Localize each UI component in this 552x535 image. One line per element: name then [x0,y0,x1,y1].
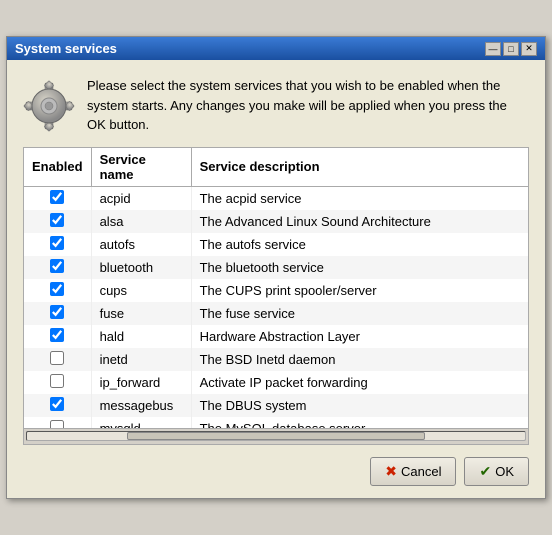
table-row: autofsThe autofs service [24,233,528,256]
service-description-cell: The Advanced Linux Sound Architecture [191,210,528,233]
service-checkbox[interactable] [50,420,64,428]
table-scroll-area[interactable]: Enabled Service name Service description… [24,148,528,428]
service-checkbox[interactable] [50,305,64,319]
services-table: Enabled Service name Service description… [24,148,528,428]
cancel-icon: ✖ [385,463,397,480]
table-row: ip_forwardActivate IP packet forwarding [24,371,528,394]
service-description-cell: Hardware Abstraction Layer [191,325,528,348]
service-name-cell: inetd [91,348,191,371]
ok-icon: ✔ [479,463,491,480]
service-name-cell: mysqld [91,417,191,428]
cancel-label: Cancel [401,464,441,479]
service-checkbox[interactable] [50,282,64,296]
ok-button[interactable]: ✔ OK [464,457,529,486]
titlebar: System services — □ ✕ [7,37,545,60]
service-checkbox[interactable] [50,397,64,411]
maximize-button[interactable]: □ [503,42,519,56]
horizontal-scrollbar[interactable] [23,429,529,445]
cancel-button[interactable]: ✖ Cancel [370,457,456,486]
table-row: cupsThe CUPS print spooler/server [24,279,528,302]
col-service-description: Service description [191,148,528,187]
service-checkbox[interactable] [50,259,64,273]
enabled-cell [24,210,91,233]
service-name-cell: acpid [91,186,191,210]
enabled-cell [24,256,91,279]
service-checkbox[interactable] [50,190,64,204]
col-enabled: Enabled [24,148,91,187]
service-description-cell: The BSD Inetd daemon [191,348,528,371]
service-checkbox[interactable] [50,328,64,342]
service-name-cell: bluetooth [91,256,191,279]
gear-icon [23,80,75,132]
minimize-button[interactable]: — [485,42,501,56]
footer: ✖ Cancel ✔ OK [7,445,545,498]
window-title: System services [15,41,117,56]
header-description: Please select the system services that y… [87,76,529,135]
service-description-cell: The DBUS system [191,394,528,417]
service-description-cell: The acpid service [191,186,528,210]
service-name-cell: messagebus [91,394,191,417]
service-description-cell: The autofs service [191,233,528,256]
service-checkbox[interactable] [50,236,64,250]
table-row: alsaThe Advanced Linux Sound Architectur… [24,210,528,233]
service-name-cell: alsa [91,210,191,233]
service-table-body: acpidThe acpid servicealsaThe Advanced L… [24,186,528,428]
services-table-container: Enabled Service name Service description… [23,147,529,429]
enabled-cell [24,394,91,417]
ok-label: OK [495,464,514,479]
service-name-cell: fuse [91,302,191,325]
service-checkbox[interactable] [50,213,64,227]
service-description-cell: The CUPS print spooler/server [191,279,528,302]
service-description-cell: The bluetooth service [191,256,528,279]
system-services-window: System services — □ ✕ [6,36,546,499]
table-header-row: Enabled Service name Service description [24,148,528,187]
enabled-cell [24,371,91,394]
enabled-cell [24,348,91,371]
table-row: bluetoothThe bluetooth service [24,256,528,279]
service-description-cell: Activate IP packet forwarding [191,371,528,394]
table-row: haldHardware Abstraction Layer [24,325,528,348]
enabled-cell [24,302,91,325]
header-section: Please select the system services that y… [7,60,545,147]
table-row: mysqldThe MySQL database server [24,417,528,428]
service-name-cell: hald [91,325,191,348]
enabled-cell [24,417,91,428]
service-description-cell: The fuse service [191,302,528,325]
table-row: messagebusThe DBUS system [24,394,528,417]
col-service-name: Service name [91,148,191,187]
table-row: acpidThe acpid service [24,186,528,210]
service-name-cell: cups [91,279,191,302]
close-button[interactable]: ✕ [521,42,537,56]
service-name-cell: autofs [91,233,191,256]
table-row: inetdThe BSD Inetd daemon [24,348,528,371]
enabled-cell [24,186,91,210]
service-name-cell: ip_forward [91,371,191,394]
titlebar-buttons: — □ ✕ [485,42,537,56]
table-row: fuseThe fuse service [24,302,528,325]
service-checkbox[interactable] [50,374,64,388]
enabled-cell [24,233,91,256]
enabled-cell [24,325,91,348]
enabled-cell [24,279,91,302]
service-checkbox[interactable] [50,351,64,365]
service-description-cell: The MySQL database server [191,417,528,428]
